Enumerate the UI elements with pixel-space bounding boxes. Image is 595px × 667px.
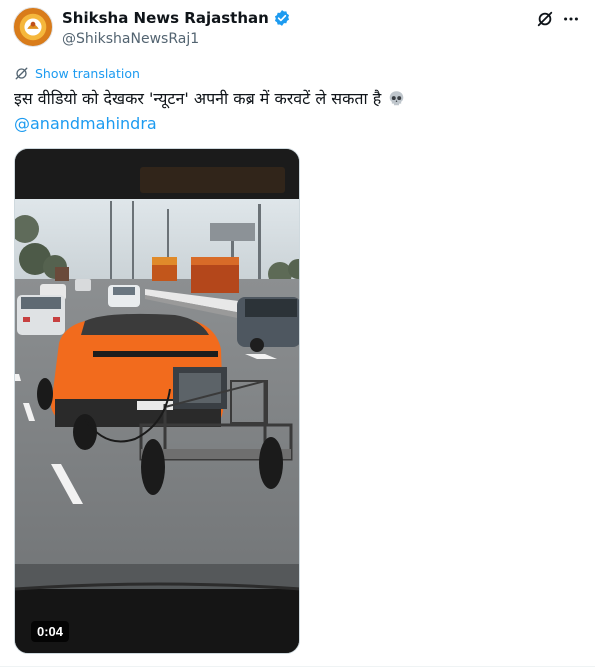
video-player[interactable]: 0:04 (14, 148, 300, 654)
video-frame (15, 149, 299, 653)
translate-icon (15, 67, 28, 80)
author-name-row: Shiksha News Rajasthan (62, 9, 291, 27)
author-handle[interactable]: @ShikshaNewsRaj1 (62, 31, 199, 47)
verified-badge-icon (274, 10, 289, 26)
more-options-icon[interactable] (561, 9, 581, 29)
logo-icon (14, 8, 52, 46)
mention-link[interactable]: @anandmahindra (14, 114, 157, 133)
avatar[interactable] (13, 7, 53, 47)
tweet-text: इस वीडियो को देखकर 'न्यूटन' अपनी कब्र मे… (14, 88, 405, 110)
grok-icon[interactable] (535, 9, 555, 29)
tweet-body: इस वीडियो को देखकर 'न्यूटन' अपनी कब्र मे… (14, 89, 382, 108)
show-translation-label: Show translation (35, 66, 140, 81)
video-duration: 0:04 (31, 621, 70, 642)
show-translation-button[interactable]: Show translation (14, 66, 140, 81)
skull-icon (390, 91, 404, 106)
author-display-name[interactable]: Shiksha News Rajasthan (62, 9, 269, 27)
